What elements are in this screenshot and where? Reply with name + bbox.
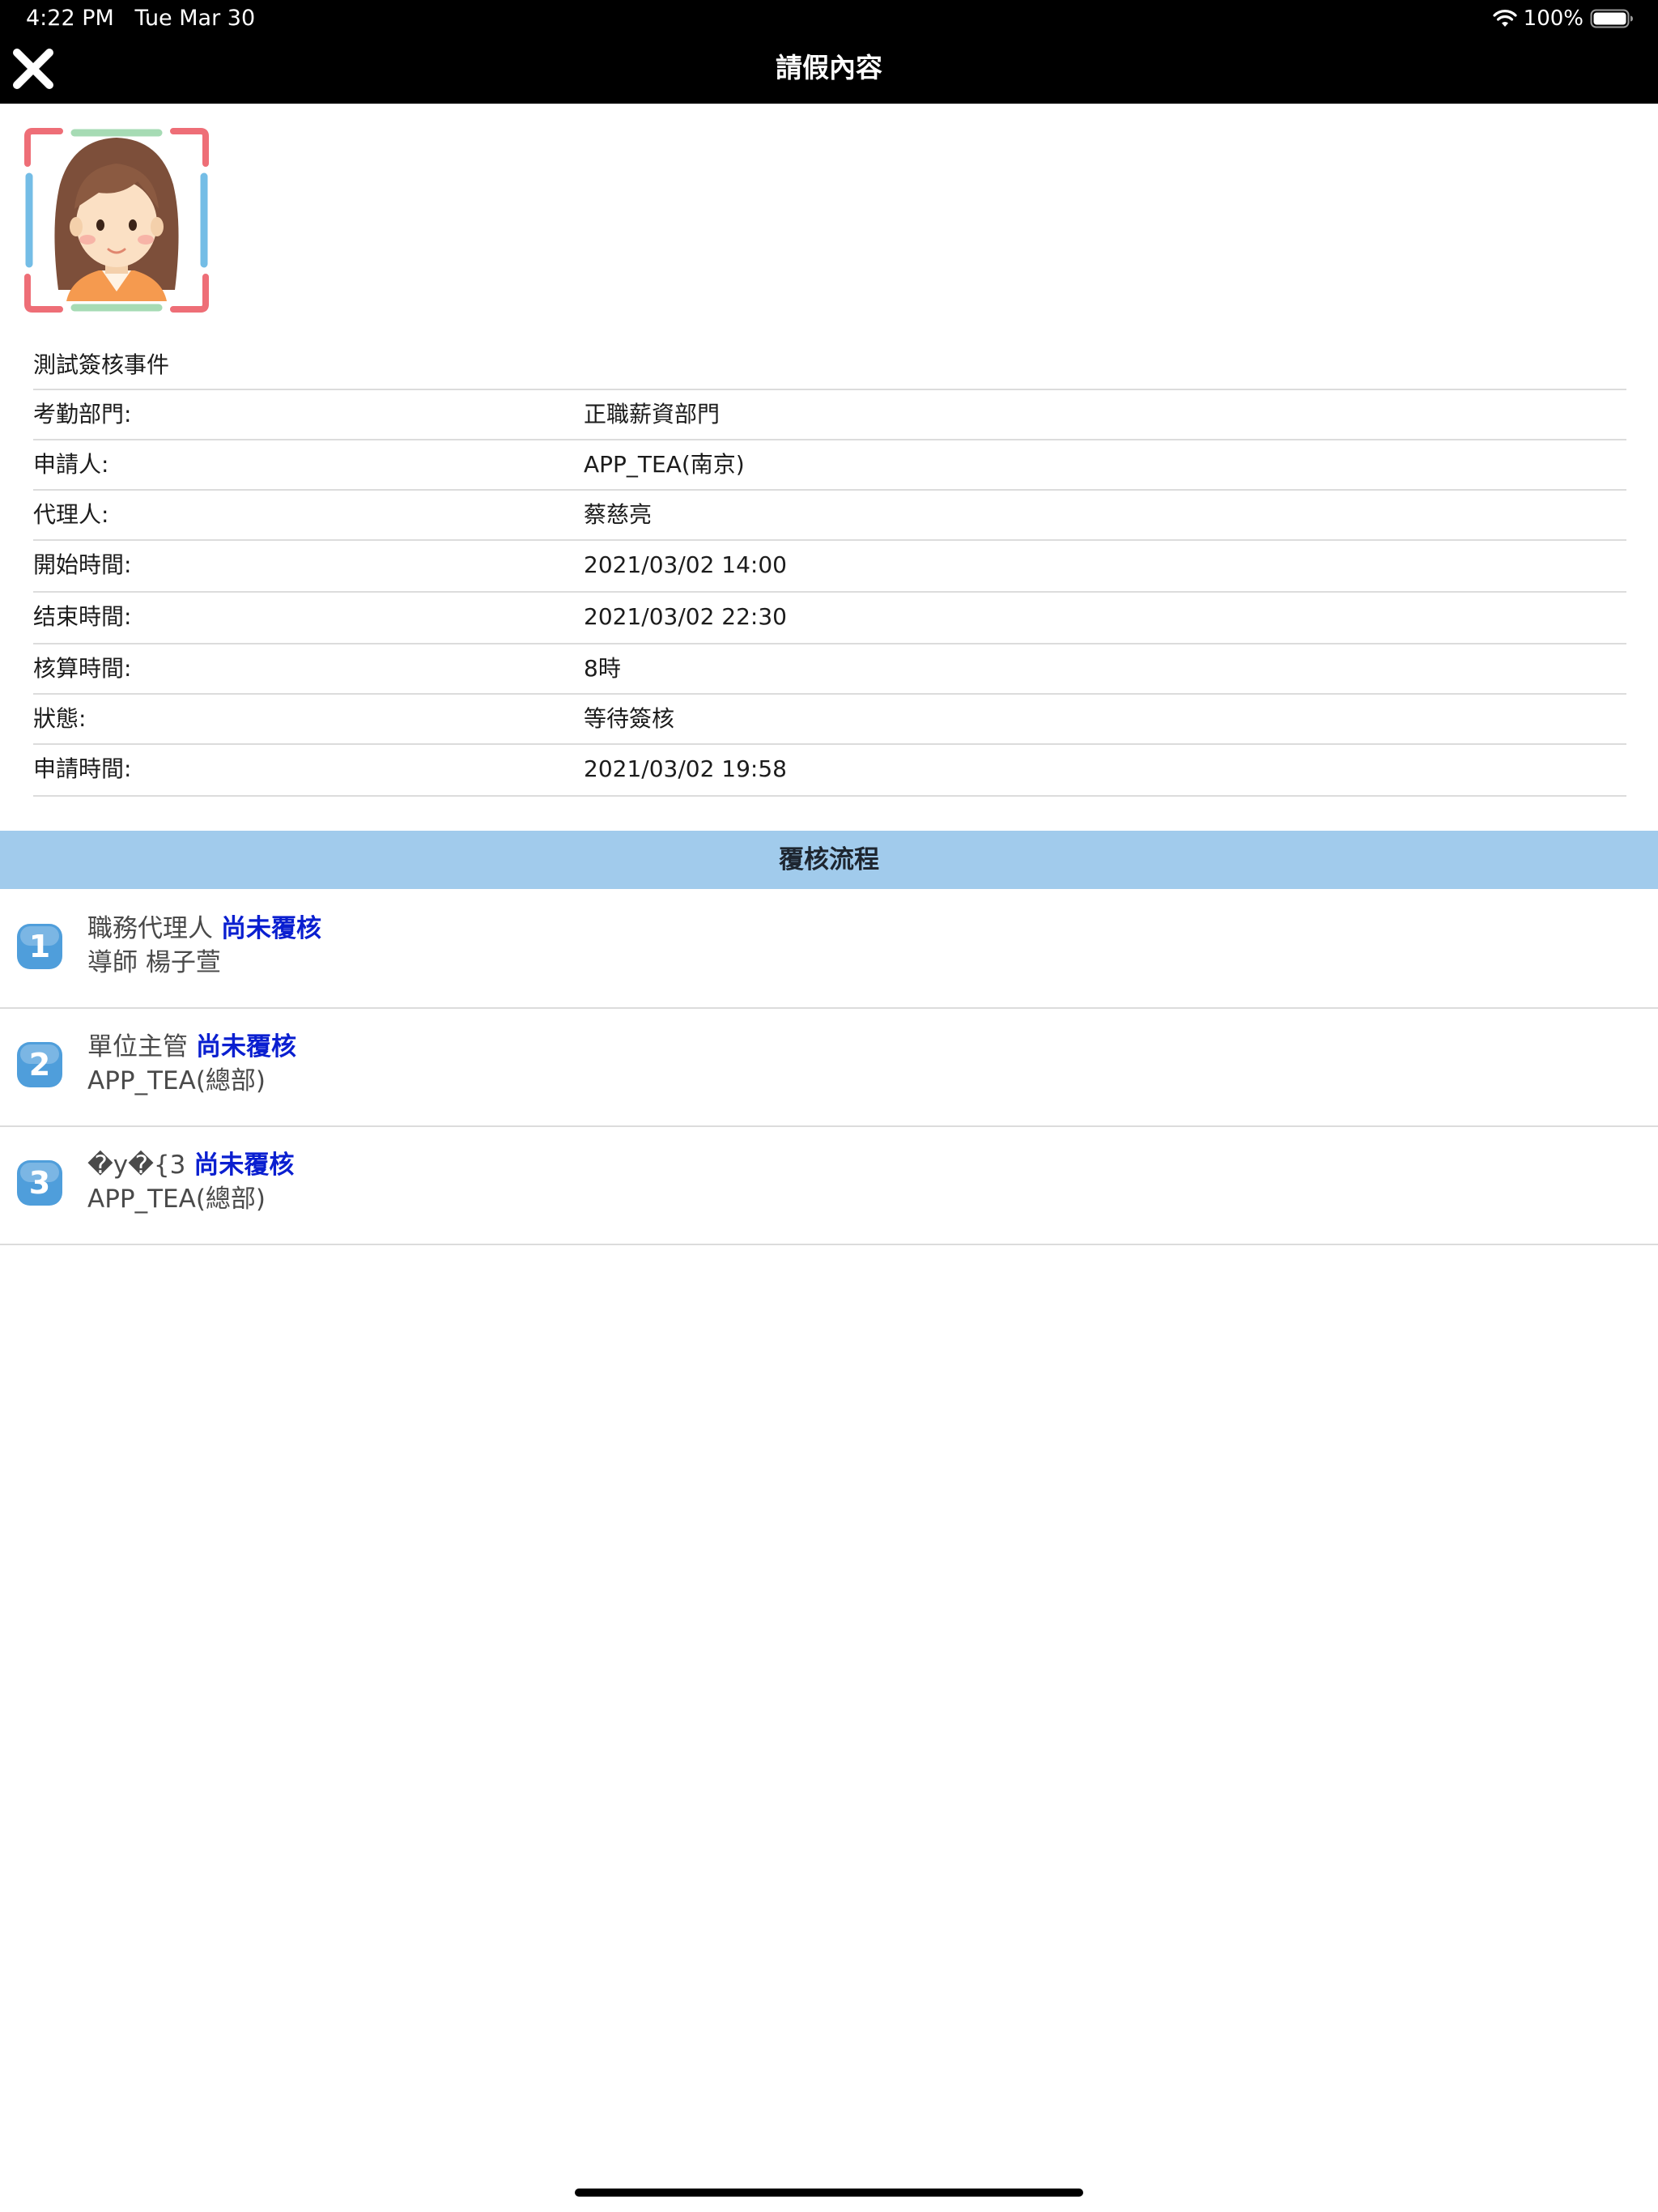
flow-item[interactable]: 3 �y�{3 尚未覆核 APP_TEA(總部) [0,1127,1658,1245]
battery-icon [1590,9,1633,28]
detail-value: APP_TEA(南京) [584,451,745,478]
detail-label: 開始時間: [33,551,132,578]
flow-person: 導師 楊子萱 [87,948,221,977]
flow-role-line: �y�{3 尚未覆核 [87,1148,294,1182]
detail-value: 2021/03/02 22:30 [584,603,787,630]
detail-label: 考勤部門: [33,401,132,428]
flow-role: �y�{3 [87,1151,186,1180]
detail-row-status: 狀態: 等待簽核 [33,693,1626,732]
step-number: 3 [29,1165,50,1201]
flow-person: APP_TEA(總部) [87,1066,266,1095]
detail-row-end-time: 结束時間: 2021/03/02 22:30 [33,591,1626,630]
step-number: 2 [29,1047,50,1083]
home-indicator[interactable] [575,2189,1083,2197]
flow-person: APP_TEA(總部) [87,1185,266,1214]
detail-row-department: 考勤部門: 正職薪資部門 [33,389,1626,428]
detail-value: 蔡慈亮 [584,501,653,528]
flow-role-line: 單位主管 尚未覆核 [87,1030,296,1064]
page-title: 請假內容 [776,52,882,83]
detail-row-accounted-time: 核算時間: 8時 [33,643,1626,682]
flow-role: 職務代理人 [87,914,213,943]
flow-role: 單位主管 [87,1032,188,1061]
detail-label: 申請人: [33,451,109,478]
detail-value: 2021/03/02 14:00 [584,551,787,578]
battery-percent: 100% [1523,6,1584,31]
flow-item[interactable]: 2 單位主管 尚未覆核 APP_TEA(總部) [0,1009,1658,1127]
flow-role-line: 職務代理人 尚未覆核 [87,912,321,946]
flow-status: 尚未覆核 [221,914,321,943]
detail-row-applicant: 申請人: APP_TEA(南京) [33,439,1626,478]
flow-header: 覆核流程 [0,831,1658,889]
detail-row-start-time: 開始時間: 2021/03/02 14:00 [33,539,1626,578]
detail-label: 核算時間: [33,655,132,682]
flow-status: 尚未覆核 [193,1151,295,1180]
detail-value: 正職薪資部門 [584,401,721,428]
detail-label: 结束時間: [33,603,132,630]
detail-label: 代理人: [33,501,109,528]
detail-label: 狀態: [33,705,87,732]
step-number: 1 [29,929,50,964]
step-3-icon: 3 [17,1160,62,1206]
status-indicators: 100% [1493,5,1634,32]
avatar [24,128,209,313]
step-2-icon: 2 [17,1042,62,1087]
detail-value: 8時 [584,655,621,682]
status-clock: 4:22 PM [26,6,114,31]
status-date: Tue Mar 30 [134,6,256,31]
status-time: 4:22 PM Tue Mar 30 [26,5,255,32]
wifi-icon [1493,10,1517,27]
top-bar: 4:22 PM Tue Mar 30 100% 請假內容 [0,0,1658,104]
detail-value: 等待簽核 [584,705,675,732]
detail-row-apply-time: 申請時間: 2021/03/02 19:58 [33,743,1626,782]
flow-item[interactable]: 1 職務代理人 尚未覆核 導師 楊子萱 [0,891,1658,1009]
event-title: 測試簽核事件 [33,351,170,378]
detail-label: 申請時間: [33,755,132,782]
step-1-icon: 1 [17,924,62,969]
detail-value: 2021/03/02 19:58 [584,755,787,782]
detail-row-agent: 代理人: 蔡慈亮 [33,489,1626,528]
detail-divider [33,795,1626,797]
flow-status: 尚未覆核 [196,1032,296,1061]
